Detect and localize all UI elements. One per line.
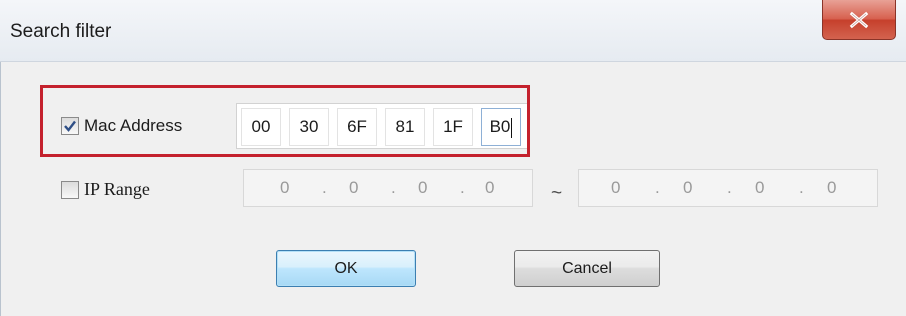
mac-octet-6[interactable]: B0 [481, 108, 521, 146]
text-caret [511, 117, 513, 138]
ip-dot: . [727, 178, 732, 197]
ok-button[interactable]: OK [276, 250, 416, 287]
ip-dot: . [460, 178, 465, 197]
ip-range-label: IP Range [84, 179, 150, 199]
ip-range-start-field[interactable]: 0 . 0 . 0 . 0 [243, 169, 533, 207]
search-filter-dialog: Search filter Mac Address 00 30 6F 81 1F… [0, 0, 906, 316]
ip-end-octet-4: 0 [827, 178, 837, 197]
ip-dot: . [322, 178, 327, 197]
mac-address-label: Mac Address [84, 116, 183, 135]
checkmark-icon [64, 120, 76, 132]
close-button[interactable] [822, 0, 896, 40]
title-bar[interactable]: Search filter [0, 0, 906, 62]
range-separator: ~ [551, 183, 563, 204]
ip-start-octet-4: 0 [485, 178, 495, 197]
ip-start-octet-3: 0 [418, 178, 428, 197]
ip-range-end-field[interactable]: 0 . 0 . 0 . 0 [578, 169, 878, 207]
ip-dot: . [799, 178, 804, 197]
window-border [0, 62, 1, 316]
mac-octet-2[interactable]: 30 [289, 108, 329, 146]
ip-dot: . [391, 178, 396, 197]
ip-dot: . [655, 178, 660, 197]
ip-end-octet-3: 0 [755, 178, 765, 197]
cancel-button[interactable]: Cancel [514, 250, 660, 287]
ip-end-octet-2: 0 [683, 178, 693, 197]
mac-octet-1[interactable]: 00 [241, 108, 281, 146]
ip-start-octet-2: 0 [349, 178, 359, 197]
ip-end-octet-1: 0 [611, 178, 621, 197]
mac-octet-6-value: B0 [489, 117, 511, 136]
mac-address-input-group: 00 30 6F 81 1F B0 [236, 103, 528, 149]
ip-range-checkbox[interactable] [61, 181, 79, 199]
close-icon [849, 11, 869, 28]
mac-octet-3[interactable]: 6F [337, 108, 377, 146]
window-title: Search filter [10, 21, 112, 42]
mac-octet-5[interactable]: 1F [433, 108, 473, 146]
ip-start-octet-1: 0 [280, 178, 290, 197]
mac-octet-4[interactable]: 81 [385, 108, 425, 146]
mac-address-checkbox[interactable] [61, 117, 79, 135]
